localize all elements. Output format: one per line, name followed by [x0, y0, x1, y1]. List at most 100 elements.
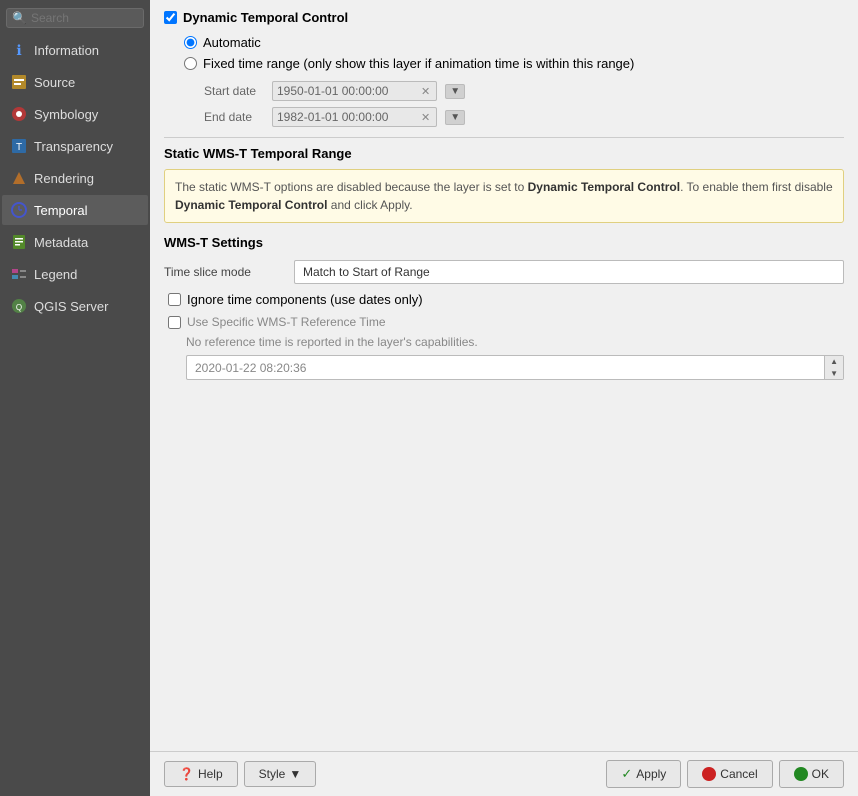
help-label: Help: [198, 767, 223, 781]
sidebar: 🔍 ℹ Information Source Symbology T Trans…: [0, 0, 150, 796]
sidebar-item-label: Temporal: [34, 203, 87, 218]
ok-label: OK: [812, 767, 829, 781]
radio-group: Automatic Fixed time range (only show th…: [184, 35, 844, 71]
transparency-icon: T: [10, 137, 28, 155]
style-arrow-icon: ▼: [289, 767, 301, 781]
dynamic-temporal-checkbox[interactable]: [164, 11, 177, 24]
time-slice-row: Time slice mode Match to Start of Range …: [164, 260, 844, 284]
use-reference-label: Use Specific WMS-T Reference Time: [187, 315, 386, 329]
ignore-time-label: Ignore time components (use dates only): [187, 292, 423, 307]
apply-label: Apply: [636, 767, 666, 781]
start-date-calendar-button[interactable]: ▼: [445, 84, 465, 99]
content-area: Dynamic Temporal Control Automatic Fixed…: [150, 0, 858, 796]
ignore-time-row: Ignore time components (use dates only): [168, 292, 844, 307]
end-date-label: End date: [204, 110, 264, 124]
cancel-icon: [702, 767, 716, 781]
fixed-range-radio-item[interactable]: Fixed time range (only show this layer i…: [184, 56, 844, 71]
bottom-left: ❓ Help Style ▼: [164, 761, 316, 787]
info-text-1: The static WMS-T options are disabled be…: [175, 180, 528, 194]
reference-datetime-input[interactable]: [187, 357, 824, 379]
fixed-range-radio[interactable]: [184, 57, 197, 70]
reference-datetime-wrapper: ▲ ▼: [186, 355, 844, 380]
svg-text:T: T: [16, 142, 22, 153]
start-date-wrapper: ✕: [272, 81, 437, 101]
search-input[interactable]: [31, 11, 138, 25]
sidebar-item-legend[interactable]: Legend: [2, 259, 148, 289]
sidebar-item-label: Symbology: [34, 107, 98, 122]
style-button[interactable]: Style ▼: [244, 761, 317, 787]
time-slice-select[interactable]: Match to Start of Range Match to End of …: [294, 260, 844, 284]
ok-icon: [794, 767, 808, 781]
end-date-wrapper: ✕: [272, 107, 437, 127]
sidebar-item-information[interactable]: ℹ Information: [2, 35, 148, 65]
start-date-label: Start date: [204, 84, 264, 98]
ok-button[interactable]: OK: [779, 760, 844, 788]
wms-settings-title: WMS-T Settings: [164, 235, 844, 250]
time-slice-dropdown-wrapper: Match to Start of Range Match to End of …: [294, 260, 844, 284]
cancel-button[interactable]: Cancel: [687, 760, 772, 788]
bottom-bar: ❓ Help Style ▼ ✓ Apply Cancel: [150, 751, 858, 796]
bottom-right: ✓ Apply Cancel OK: [606, 760, 844, 788]
ignore-time-checkbox[interactable]: [168, 293, 181, 306]
sidebar-item-metadata[interactable]: Metadata: [2, 227, 148, 257]
cancel-label: Cancel: [720, 767, 757, 781]
use-reference-row: Use Specific WMS-T Reference Time: [168, 315, 844, 329]
sidebar-item-label: Metadata: [34, 235, 88, 250]
legend-icon: [10, 265, 28, 283]
symbology-icon: [10, 105, 28, 123]
rendering-icon: [10, 169, 28, 187]
info-text-2: . To enable them first disable: [680, 180, 833, 194]
spin-down-button[interactable]: ▼: [825, 368, 843, 380]
search-bar[interactable]: 🔍: [6, 8, 144, 28]
content-scroll: Dynamic Temporal Control Automatic Fixed…: [150, 0, 858, 751]
automatic-label: Automatic: [203, 35, 261, 50]
sidebar-item-qgis-server[interactable]: Q QGIS Server: [2, 291, 148, 321]
metadata-icon: [10, 233, 28, 251]
sidebar-item-source[interactable]: Source: [2, 67, 148, 97]
apply-button[interactable]: ✓ Apply: [606, 760, 681, 788]
sidebar-item-symbology[interactable]: Symbology: [2, 99, 148, 129]
qgis-server-icon: Q: [10, 297, 28, 315]
temporal-icon: [10, 201, 28, 219]
start-date-input[interactable]: [277, 84, 417, 98]
main-container: 🔍 ℹ Information Source Symbology T Trans…: [0, 0, 858, 796]
dynamic-temporal-title: Dynamic Temporal Control: [183, 10, 348, 25]
apply-checkmark-icon: ✓: [621, 766, 632, 782]
help-button[interactable]: ❓ Help: [164, 761, 238, 787]
search-icon: 🔍: [12, 11, 27, 25]
sidebar-item-rendering[interactable]: Rendering: [2, 163, 148, 193]
style-label: Style: [259, 767, 286, 781]
help-icon: ❓: [179, 767, 194, 781]
start-date-clear-button[interactable]: ✕: [419, 85, 432, 98]
sidebar-item-label: Information: [34, 43, 99, 58]
start-date-row: Start date ✕ ▼: [204, 81, 844, 101]
sidebar-item-label: Source: [34, 75, 75, 90]
no-reference-text: No reference time is reported in the lay…: [186, 335, 844, 349]
end-date-row: End date ✕ ▼: [204, 107, 844, 127]
info-box: The static WMS-T options are disabled be…: [164, 169, 844, 223]
use-reference-checkbox[interactable]: [168, 316, 181, 329]
sidebar-item-label: Legend: [34, 267, 77, 282]
automatic-radio[interactable]: [184, 36, 197, 49]
static-wms-title: Static WMS-T Temporal Range: [164, 137, 844, 161]
end-date-input[interactable]: [277, 110, 417, 124]
spin-buttons: ▲ ▼: [824, 356, 843, 379]
sidebar-item-label: Rendering: [34, 171, 94, 186]
sidebar-item-transparency[interactable]: T Transparency: [2, 131, 148, 161]
information-icon: ℹ: [10, 41, 28, 59]
source-icon: [10, 73, 28, 91]
sidebar-item-label: QGIS Server: [34, 299, 108, 314]
info-text-3: and click Apply.: [327, 198, 412, 212]
sidebar-item-temporal[interactable]: Temporal: [2, 195, 148, 225]
automatic-radio-item[interactable]: Automatic: [184, 35, 844, 50]
sidebar-item-label: Transparency: [34, 139, 113, 154]
time-slice-label: Time slice mode: [164, 265, 284, 279]
end-date-clear-button[interactable]: ✕: [419, 111, 432, 124]
spin-up-button[interactable]: ▲: [825, 356, 843, 368]
info-bold-1: Dynamic Temporal Control: [528, 180, 680, 194]
dynamic-temporal-header: Dynamic Temporal Control: [164, 10, 844, 25]
info-bold-2: Dynamic Temporal Control: [175, 198, 327, 212]
svg-text:Q: Q: [16, 303, 22, 312]
fixed-range-label: Fixed time range (only show this layer i…: [203, 56, 634, 71]
end-date-calendar-button[interactable]: ▼: [445, 110, 465, 125]
